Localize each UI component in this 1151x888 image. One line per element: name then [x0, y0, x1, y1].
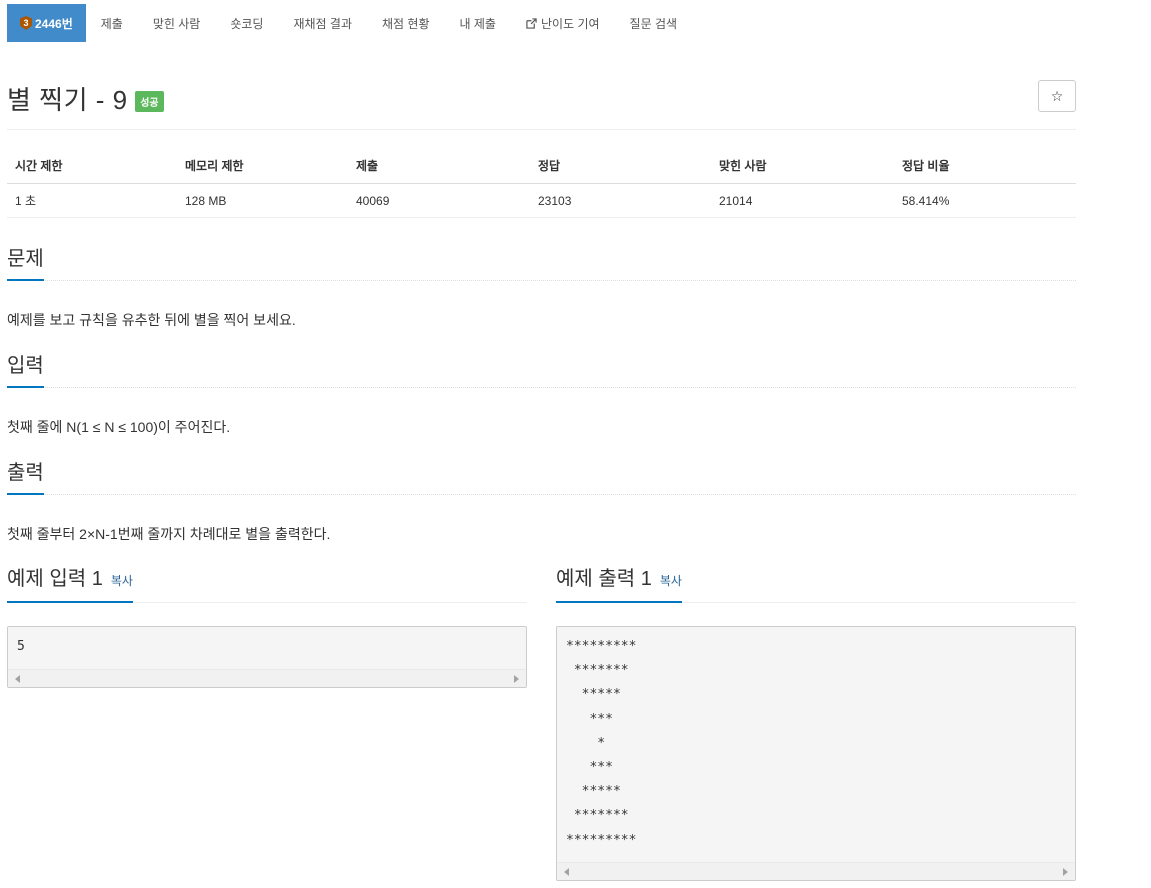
- input-text: 첫째 줄에 N(1 ≤ N ≤ 100)이 주어진다.: [7, 419, 231, 435]
- section-title: 예제 출력 1 복사: [556, 565, 682, 603]
- nav-tab-label: 2446번: [35, 16, 73, 31]
- header-solved-users: 맞힌 사람: [719, 159, 767, 173]
- nav-tab-problem[interactable]: 3 2446번: [7, 4, 86, 42]
- nav-tab-status[interactable]: 채점 현황: [367, 4, 445, 42]
- cell-memory-limit: 128 MB: [185, 193, 227, 208]
- sample-input-title: 예제 입력 1: [7, 568, 103, 590]
- cell-time-limit: 1 초: [15, 194, 37, 208]
- cell-accepted: 23103: [538, 193, 572, 208]
- header-memory-limit: 메모리 제한: [185, 159, 244, 173]
- nav-tab-solved-users[interactable]: 맞힌 사람: [138, 4, 216, 42]
- cell-solved-users: 21014: [719, 193, 753, 208]
- nav-tab-short-coding[interactable]: 숏코딩: [215, 4, 278, 42]
- problem-title: 별 찍기 - 9: [7, 85, 128, 115]
- nav-tab-difficulty[interactable]: 난이도 기여: [511, 4, 615, 42]
- sample-input-section: 예제 입력 1 복사: [7, 567, 527, 603]
- table-row: 1 초 128 MB 40069 23103 21014 58.414%: [7, 184, 1076, 218]
- section-header: 입력: [7, 352, 1076, 388]
- header-submissions: 제출: [356, 159, 379, 173]
- section-title: 예제 입력 1 복사: [7, 565, 133, 603]
- cell-submissions: 40069: [356, 193, 390, 208]
- horizontal-scrollbar[interactable]: [557, 862, 1075, 880]
- section-header: 예제 출력 1 복사: [556, 567, 1076, 603]
- header-accept-rate: 정답 비율: [902, 159, 950, 173]
- sample-output-section: 예제 출력 1 복사: [556, 567, 1076, 603]
- copy-input-link[interactable]: 복사: [111, 574, 133, 588]
- nav-tab-label: 난이도 기여: [540, 16, 600, 31]
- scroll-right-icon[interactable]: [1063, 868, 1068, 876]
- title-row: 별 찍기 - 9 성공 ☆: [7, 80, 1076, 130]
- scroll-right-icon[interactable]: [514, 675, 519, 683]
- star-icon: ☆: [1050, 87, 1064, 104]
- description-text: 예제를 보고 규칙을 유추한 뒤에 별을 찍어 보세요.: [7, 312, 296, 328]
- section-title: 문제: [7, 245, 44, 281]
- sample-output-box[interactable]: ********* ******* ***** *** * *** ***** …: [556, 626, 1076, 881]
- header-accepted: 정답: [538, 159, 561, 173]
- cell-accept-rate: 58.414%: [902, 193, 950, 208]
- table-header-row: 시간 제한 메모리 제한 제출 정답 맞힌 사람 정답 비율: [7, 148, 1076, 184]
- scroll-left-icon[interactable]: [15, 675, 20, 683]
- header-time-limit: 시간 제한: [15, 159, 63, 173]
- section-title: 입력: [7, 352, 44, 388]
- sample-output-content: ********* ******* ***** *** * *** ***** …: [566, 639, 637, 848]
- sample-input-content: 5: [17, 639, 25, 654]
- external-link-icon: [526, 17, 537, 29]
- nav-tab-my-submissions[interactable]: 내 제출: [445, 4, 511, 42]
- nav-tab-submit[interactable]: 제출: [86, 4, 138, 42]
- description-section: 문제 예제를 보고 규칙을 유추한 뒤에 별을 찍어 보세요.: [7, 245, 1076, 328]
- output-text: 첫째 줄부터 2×N-1번째 줄까지 차례대로 별을 출력한다.: [7, 526, 331, 542]
- section-title: 출력: [7, 459, 44, 495]
- scroll-left-icon[interactable]: [564, 868, 569, 876]
- input-section: 입력 첫째 줄에 N(1 ≤ N ≤ 100)이 주어진다.: [7, 352, 1076, 435]
- section-header: 예제 입력 1 복사: [7, 567, 527, 603]
- nav-tab-questions[interactable]: 질문 검색: [615, 4, 693, 42]
- problem-info-table: 시간 제한 메모리 제한 제출 정답 맞힌 사람 정답 비율 1 초 128 M…: [7, 148, 1076, 218]
- section-header: 출력: [7, 459, 1076, 495]
- problem-nav: 3 2446번 제출 맞힌 사람 숏코딩 재채점 결과 채점 현황 내 제출 난…: [7, 4, 692, 42]
- output-section: 출력 첫째 줄부터 2×N-1번째 줄까지 차례대로 별을 출력한다.: [7, 459, 1076, 542]
- section-header: 문제: [7, 245, 1076, 281]
- horizontal-scrollbar[interactable]: [8, 669, 526, 687]
- status-badge: 성공: [135, 91, 164, 112]
- copy-output-link[interactable]: 복사: [660, 574, 682, 588]
- sample-output-title: 예제 출력 1: [556, 568, 652, 590]
- star-button[interactable]: ☆: [1038, 80, 1076, 112]
- nav-tab-rejudge[interactable]: 재채점 결과: [278, 4, 367, 42]
- bronze-tier-icon: 3: [20, 16, 32, 30]
- sample-input-box[interactable]: 5: [7, 626, 527, 688]
